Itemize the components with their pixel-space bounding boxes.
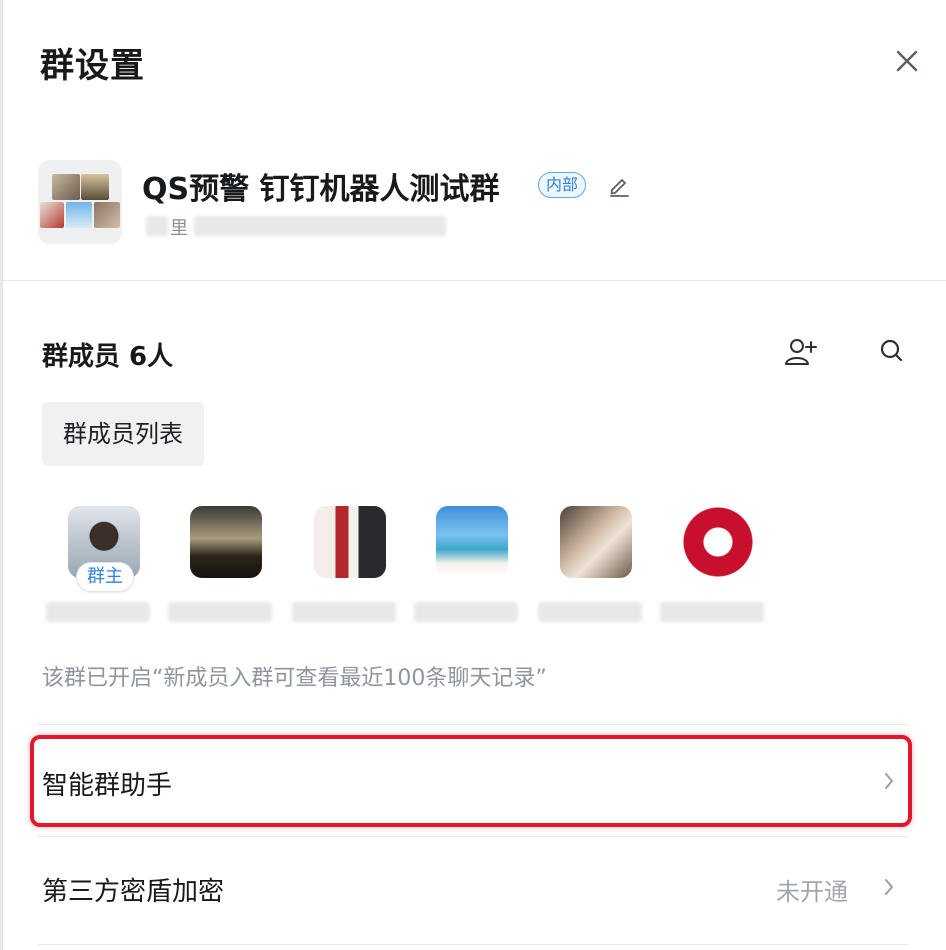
blurred-text (146, 216, 168, 236)
blurred-member-name (414, 602, 518, 622)
avatar (560, 506, 632, 578)
blurred-member-name (292, 602, 396, 622)
row-label: 智能群助手 (42, 771, 173, 801)
edit-group-name-button[interactable] (606, 172, 632, 198)
group-info: QS预警 钉钉机器人测试群 内部 里 (38, 160, 908, 250)
search-icon (880, 339, 903, 362)
search-members-button[interactable] (876, 334, 908, 368)
avatar-tile (52, 174, 80, 200)
blurred-text (194, 216, 446, 236)
avatar-tile (81, 174, 109, 200)
member-item[interactable] (538, 506, 642, 626)
close-button[interactable] (888, 42, 926, 80)
member-item[interactable] (414, 506, 518, 626)
add-user-icon (785, 339, 817, 365)
blurred-member-name (660, 602, 764, 622)
avatar (436, 506, 508, 578)
section-divider (3, 280, 946, 281)
chevron-right-icon (885, 773, 893, 789)
third-party-encryption-row[interactable]: 第三方密盾加密 未开通 (38, 844, 908, 930)
avatar-tile (66, 202, 92, 228)
panel-left-edge (0, 0, 3, 950)
avatar (190, 506, 262, 578)
internal-badge: 内部 (538, 172, 587, 198)
avatar-tile (40, 202, 64, 228)
members-title: 群成员 6人 (42, 342, 174, 372)
group-avatar[interactable] (38, 160, 122, 244)
row-label: 第三方密盾加密 (42, 877, 225, 907)
blurred-member-name (168, 602, 272, 622)
blurred-member-name (46, 602, 150, 622)
chevron-right-icon (885, 879, 893, 895)
group-name: QS预警 钉钉机器人测试群 (142, 172, 500, 207)
member-item[interactable] (660, 506, 764, 626)
group-subtitle: 里 (146, 210, 446, 239)
member-list-button[interactable]: 群成员列表 (42, 402, 204, 466)
row-divider (38, 836, 908, 837)
avatar (314, 506, 386, 578)
avatar-tile (94, 202, 120, 228)
member-item[interactable] (292, 506, 396, 626)
close-icon (896, 50, 918, 72)
avatar (682, 506, 754, 578)
smart-assistant-row[interactable]: 智能群助手 (38, 738, 908, 824)
history-notice: 该群已开启“新成员入群可查看最近100条聊天记录” (42, 666, 547, 691)
row-divider (38, 724, 908, 725)
page-title: 群设置 (40, 46, 145, 86)
owner-badge: 群主 (76, 562, 134, 592)
blurred-member-name (538, 602, 642, 622)
pencil-icon (610, 179, 629, 197)
member-item[interactable]: 群主 (46, 506, 150, 626)
row-divider (38, 944, 908, 945)
row-value: 未开通 (776, 878, 848, 906)
add-member-button[interactable] (782, 334, 818, 370)
subtitle-visible-text: 里 (170, 218, 188, 239)
member-item[interactable] (168, 506, 272, 626)
